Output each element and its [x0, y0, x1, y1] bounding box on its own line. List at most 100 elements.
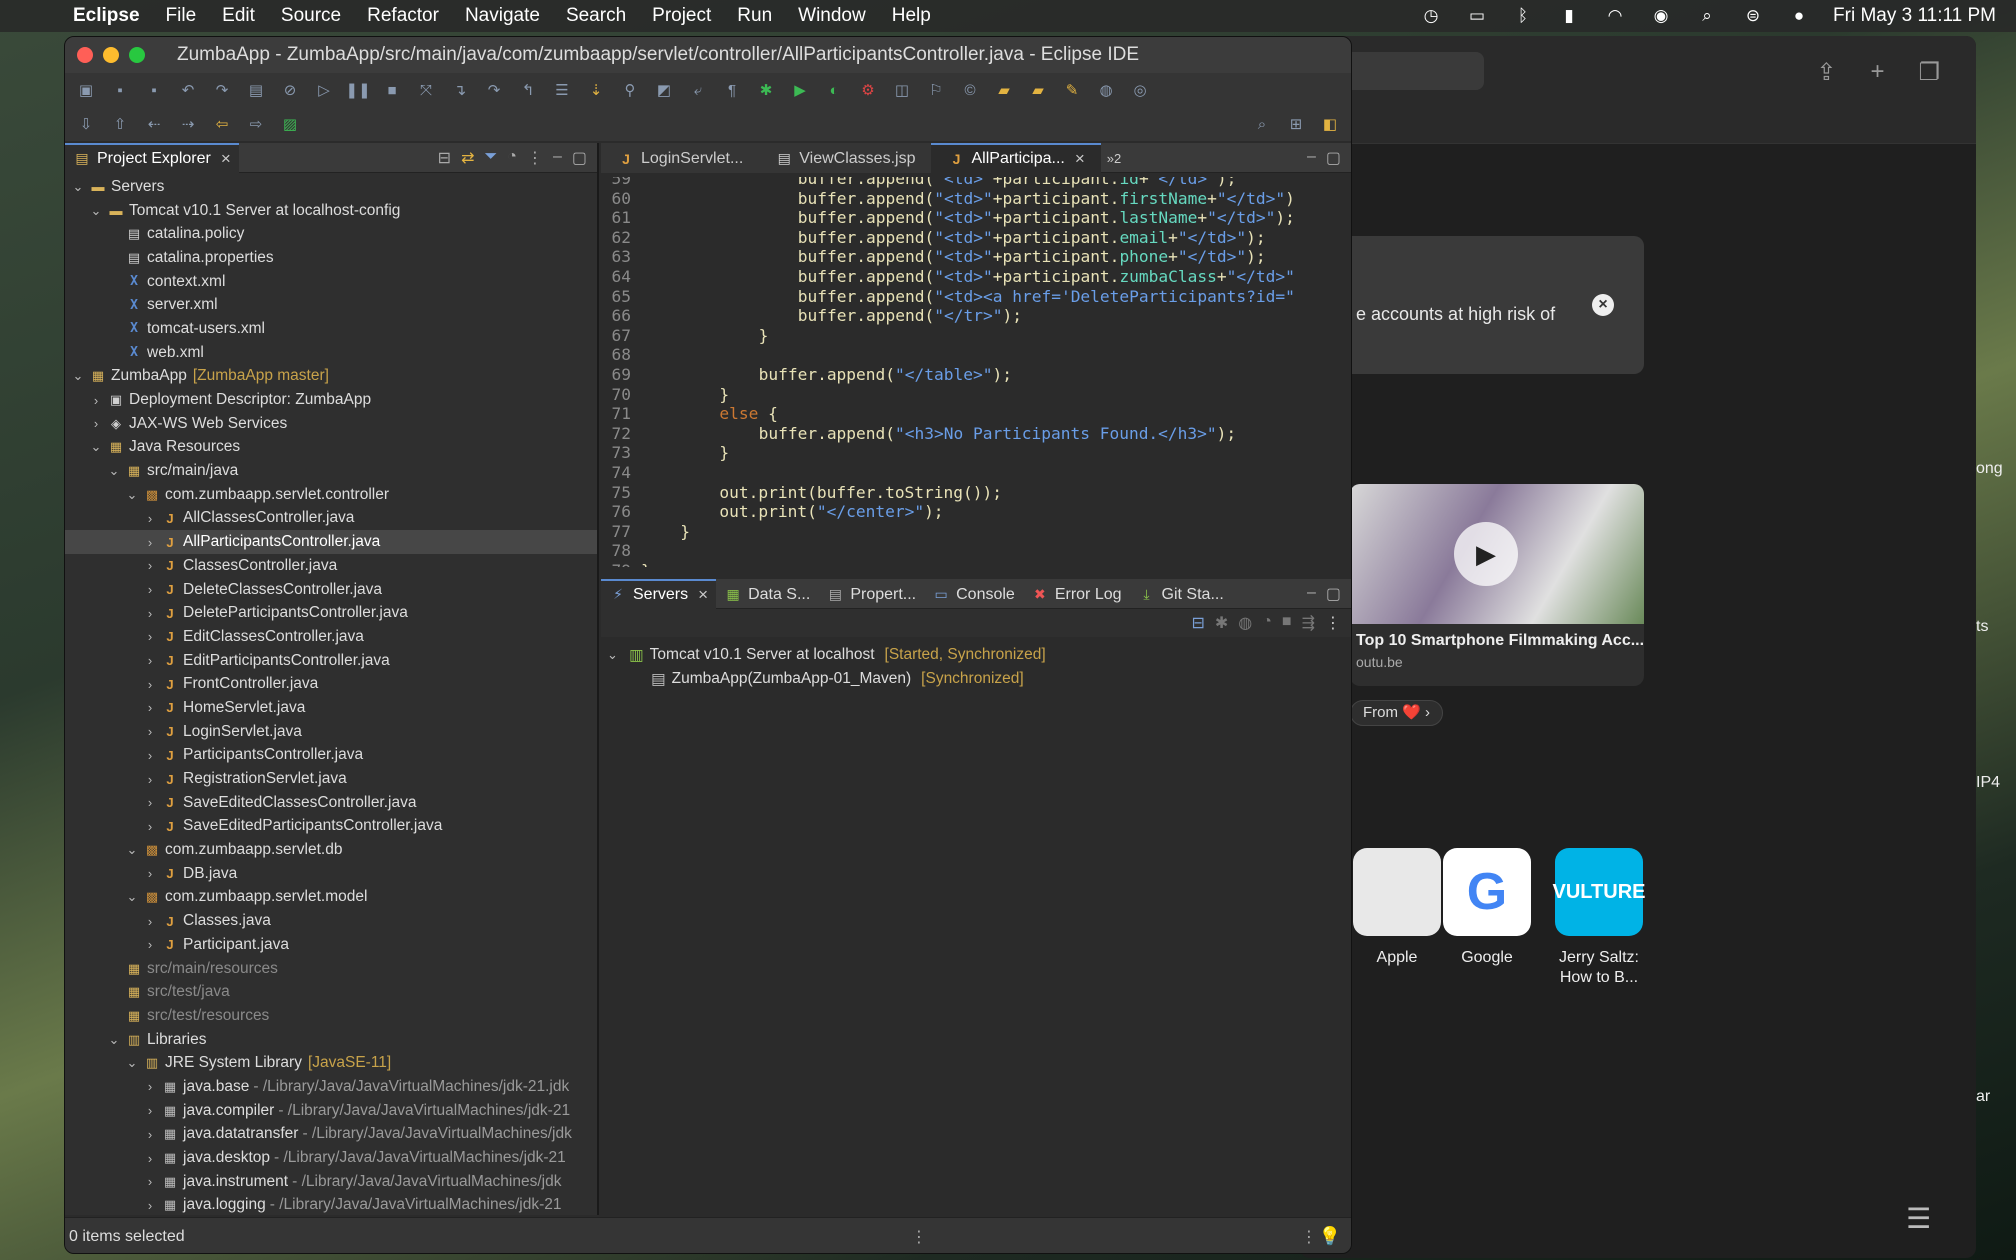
suspend-icon[interactable]: ❚❚: [345, 79, 371, 101]
open-perspective-icon[interactable]: ⊞: [1283, 113, 1309, 135]
save-all-icon[interactable]: ▪: [141, 79, 167, 101]
profile-server-icon[interactable]: ◔: [1262, 613, 1272, 633]
tree-item[interactable]: › J HomeServlet.java: [65, 696, 597, 720]
close-icon[interactable]: ×: [1592, 294, 1614, 316]
tree-item[interactable]: ⌄ ▬ Servers: [65, 175, 597, 199]
chevron-down-icon[interactable]: ⌄: [71, 179, 85, 195]
address-bar[interactable]: [1340, 52, 1484, 90]
close-icon[interactable]: ×: [221, 149, 231, 169]
code-line[interactable]: 61 buffer.append("<td>"+participant.lastN…: [601, 208, 1351, 228]
code-line[interactable]: 71 else {: [601, 404, 1351, 424]
user-icon[interactable]: ◉: [1649, 6, 1673, 25]
chevron-right-icon[interactable]: ›: [143, 724, 157, 739]
external-tools-icon[interactable]: ⚙: [855, 79, 881, 101]
apple-logo-icon[interactable]: [1353, 848, 1441, 936]
undo-icon[interactable]: ↶: [175, 79, 201, 101]
tree-item[interactable]: › J EditParticipantsController.java: [65, 649, 597, 673]
search-tool-icon[interactable]: ✎: [1059, 79, 1085, 101]
chevron-right-icon[interactable]: ›: [143, 748, 157, 763]
tree-item[interactable]: › J Participant.java: [65, 933, 597, 957]
new-java-project-icon[interactable]: ◫: [889, 79, 915, 101]
tree-item[interactable]: Xtomcat-users.xml: [65, 317, 597, 341]
tree-item[interactable]: › J SaveEditedParticipantsController.java: [65, 815, 597, 839]
java-ee-perspective-icon[interactable]: ◧: [1317, 113, 1343, 135]
step-over-icon[interactable]: ↷: [481, 79, 507, 101]
tree-item[interactable]: › J ParticipantsController.java: [65, 744, 597, 768]
code-line[interactable]: 64 buffer.append("<td>"+participant.zumba…: [601, 267, 1351, 287]
time-machine-icon[interactable]: ◷: [1419, 6, 1443, 25]
tree-item[interactable]: ⌄ ▩ com.zumbaapp.servlet.model: [65, 886, 597, 910]
tree-item[interactable]: › ▦ java.compiler - /Library/Java/JavaVirtu…: [65, 1099, 597, 1123]
tab-overflow-button[interactable]: » 2: [1101, 143, 1127, 173]
tree-item[interactable]: ⌄ ▬ Tomcat v10.1 Server at localhost-confi…: [65, 199, 597, 223]
chevron-down-icon[interactable]: ⌄: [125, 1055, 139, 1071]
tab-project-explorer[interactable]: ▤ Project Explorer ×: [65, 142, 239, 173]
chevron-right-icon[interactable]: ›: [143, 914, 157, 929]
tree-item[interactable]: ▦ src/main/resources: [65, 957, 597, 981]
menu-help[interactable]: Help: [879, 5, 944, 27]
chevron-down-icon[interactable]: ⌄: [125, 487, 139, 503]
minimize-view-icon[interactable]: –: [1307, 148, 1316, 168]
forward-history-icon[interactable]: ⇢: [175, 113, 201, 135]
code-line[interactable]: 69 buffer.append("</table>");: [601, 365, 1351, 385]
menu-app-eclipse[interactable]: Eclipse: [60, 5, 153, 27]
code-line[interactable]: 70}: [601, 385, 1351, 405]
code-line[interactable]: 67}: [601, 326, 1351, 346]
run-icon[interactable]: ▶: [787, 79, 813, 101]
tree-item[interactable]: › J DeleteClassesController.java: [65, 578, 597, 602]
chevron-right-icon[interactable]: ›: [143, 629, 157, 644]
tree-item[interactable]: Xweb.xml: [65, 341, 597, 365]
collapse-all-icon[interactable]: ⊟: [438, 148, 451, 168]
menu-window[interactable]: Window: [785, 5, 879, 27]
minimize-window-button[interactable]: [103, 47, 119, 63]
tree-item[interactable]: ⌄ ▥ JRE System Library [JavaSE-11]: [65, 1051, 597, 1075]
zoom-window-button[interactable]: [129, 47, 145, 63]
tree-item[interactable]: ⌄ ▦ ZumbaApp [ZumbaApp master]: [65, 365, 597, 389]
chevron-down-icon[interactable]: ⌄: [107, 463, 121, 479]
back-icon[interactable]: ⇦: [209, 113, 235, 135]
code-line[interactable]: 65 buffer.append("<td><a href='DeletePart…: [601, 287, 1351, 307]
new-tab-icon[interactable]: +: [1870, 58, 1884, 87]
tree-item[interactable]: › J RegistrationServlet.java: [65, 767, 597, 791]
menu-project[interactable]: Project: [639, 5, 724, 27]
view-menu-icon[interactable]: ⋮: [1325, 613, 1341, 633]
siri-icon[interactable]: ●: [1787, 6, 1811, 25]
show-whitespace-icon[interactable]: ¶: [719, 79, 745, 101]
customize-icon[interactable]: ☰: [1906, 1202, 1942, 1234]
video-card[interactable]: ▶ Top 10 Smartphone Filmmaking Acc... ou…: [1350, 484, 1644, 686]
menu-source[interactable]: Source: [268, 5, 354, 27]
tree-item[interactable]: Xserver.xml: [65, 293, 597, 317]
collapse-all-icon[interactable]: ⊟: [1191, 613, 1204, 633]
tree-item[interactable]: › J EditClassesController.java: [65, 625, 597, 649]
code-area[interactable]: 59 buffer.append("<td>"+participant.id+"<…: [601, 177, 1351, 567]
from-chip[interactable]: From ❤️ ›: [1350, 700, 1444, 726]
code-line[interactable]: 59 buffer.append("<td>"+participant.id+"<…: [601, 177, 1351, 189]
tree-item[interactable]: › J DeleteParticipantsController.java: [65, 601, 597, 625]
chevron-down-icon[interactable]: ⌄: [107, 1032, 121, 1048]
favorite-google[interactable]: G Google: [1442, 848, 1532, 968]
filter-icon[interactable]: ⏷: [484, 148, 497, 168]
skip-breakpoints-icon[interactable]: ⊘: [277, 79, 303, 101]
maximize-view-icon[interactable]: ▢: [572, 148, 587, 168]
block-selection-icon[interactable]: ◩: [651, 79, 677, 101]
debug-icon[interactable]: ✱: [753, 79, 779, 101]
terminate-icon[interactable]: ■: [379, 79, 405, 101]
tab-properties[interactable]: ▤ Propert...: [818, 579, 924, 609]
chevron-right-icon[interactable]: ›: [143, 795, 157, 810]
chevron-right-icon[interactable]: ›: [143, 1198, 157, 1213]
chevron-right-icon[interactable]: ›: [143, 819, 157, 834]
menu-search[interactable]: Search: [553, 5, 639, 27]
tab-error-log[interactable]: ✖ Error Log: [1023, 579, 1130, 609]
code-line[interactable]: 62 buffer.append("<td>"+participant.email…: [601, 228, 1351, 248]
code-line[interactable]: 72 buffer.append("<h3>No Participants Fou…: [601, 424, 1351, 444]
chevron-right-icon[interactable]: ›: [143, 1079, 157, 1094]
step-return-icon[interactable]: ↰: [515, 79, 541, 101]
tree-item[interactable]: › ▦ java.logging - /Library/Java/JavaVirtua…: [65, 1194, 597, 1218]
chevron-right-icon[interactable]: ›: [143, 606, 157, 621]
play-icon[interactable]: ▶: [1454, 522, 1518, 586]
chevron-right-icon[interactable]: ›: [143, 558, 157, 573]
chevron-right-icon[interactable]: ›: [143, 511, 157, 526]
menu-refactor[interactable]: Refactor: [354, 5, 452, 27]
editor-tab-allparticipants[interactable]: J AllParticipa... ×: [931, 142, 1101, 173]
debug-server-icon[interactable]: ✱: [1215, 613, 1228, 633]
